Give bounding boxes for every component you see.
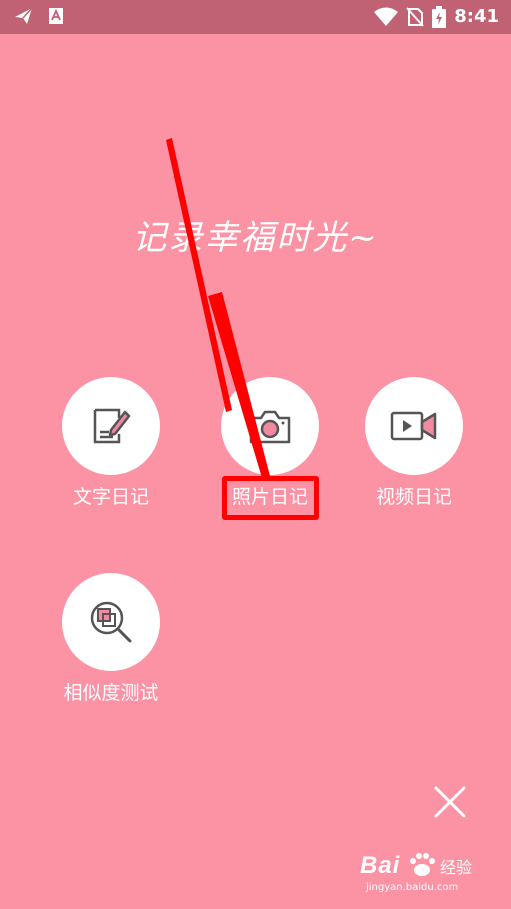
similarity-test-button[interactable] xyxy=(62,573,160,671)
paper-plane-icon xyxy=(15,7,33,24)
menu-label-video-diary: 视频日记 xyxy=(375,486,452,508)
close-button[interactable] xyxy=(428,780,472,824)
no-sim-icon xyxy=(406,7,424,27)
watermark-brand: Bai xyxy=(360,852,401,879)
similarity-search-icon xyxy=(90,601,132,643)
video-diary-button[interactable] xyxy=(365,377,463,475)
text-diary-icon xyxy=(93,408,131,444)
video-camera-icon xyxy=(390,411,437,441)
menu-item-video-diary[interactable]: 视频日记 xyxy=(344,377,484,509)
status-time: 8:41 xyxy=(454,6,499,27)
battery-charging-icon xyxy=(432,6,447,28)
menu-label-similarity-test: 相似度测试 xyxy=(63,682,159,704)
status-left-icons xyxy=(14,7,64,25)
photo-diary-button[interactable] xyxy=(221,377,319,475)
watermark-url: jingyan.baidu.com xyxy=(366,882,459,893)
menu-label-text-diary: 文字日记 xyxy=(72,486,149,508)
status-bar: 8:41 xyxy=(0,0,511,34)
menu-item-similarity-test[interactable]: 相似度测试 xyxy=(41,573,181,705)
camera-icon xyxy=(249,410,291,444)
status-right-icons: 8:41 xyxy=(374,6,499,28)
translate-app-icon xyxy=(49,8,63,24)
wifi-icon xyxy=(374,7,399,26)
slogan-text: 记录幸福时光~ xyxy=(132,218,379,258)
menu-item-text-diary[interactable]: 文字日记 xyxy=(41,377,181,509)
baidu-watermark: Bai 经验 jingyan.baidu.com xyxy=(360,852,500,900)
text-diary-button[interactable] xyxy=(62,377,160,475)
highlight-box-annotation xyxy=(222,476,319,520)
close-icon xyxy=(434,786,466,818)
watermark-subtitle: 经验 xyxy=(440,858,473,877)
paw-icon xyxy=(410,853,435,876)
